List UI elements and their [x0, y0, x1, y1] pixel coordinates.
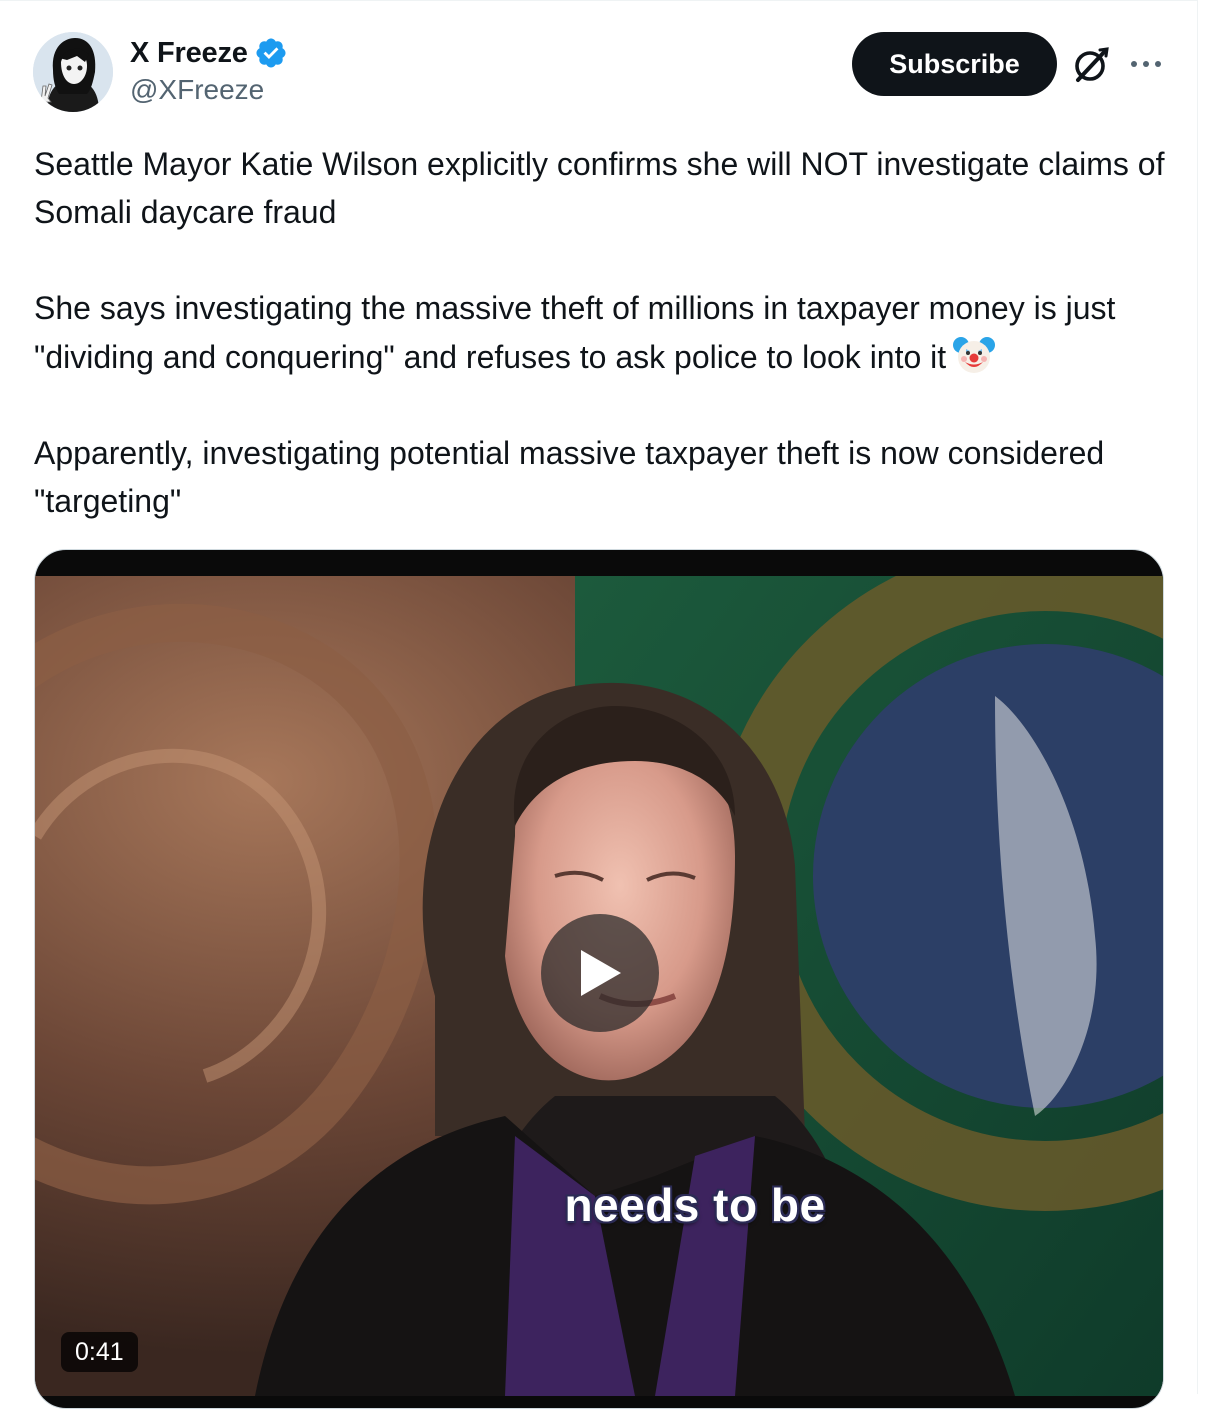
play-button[interactable]	[541, 914, 659, 1032]
post-paragraph: Seattle Mayor Katie Wilson explicitly co…	[34, 146, 1165, 230]
post-paragraph: She says investigating the massive theft…	[34, 284, 1174, 381]
video-player[interactable]: needs to be 0:41	[34, 549, 1164, 1409]
grok-icon[interactable]	[1070, 44, 1112, 86]
clown-face-icon	[952, 332, 996, 376]
avatar-image	[33, 32, 113, 112]
subscribe-button[interactable]: Subscribe	[852, 32, 1057, 96]
author-display-name[interactable]: X Freeze	[130, 37, 248, 70]
author-name-row: X Freeze	[130, 34, 288, 72]
video-duration-badge: 0:41	[61, 1332, 138, 1372]
author-info: X Freeze @XFreeze	[130, 34, 288, 106]
post-card: X Freeze @XFreeze Subscribe Seattle Mayo…	[0, 0, 1198, 1409]
post-paragraph: Apparently, investigating potential mass…	[34, 435, 1105, 519]
post-text: Seattle Mayor Katie Wilson explicitly co…	[34, 140, 1174, 525]
more-options-icon[interactable]	[1128, 49, 1164, 79]
video-subtitle: needs to be	[564, 1179, 826, 1231]
author-handle[interactable]: @XFreeze	[130, 74, 288, 106]
verified-badge-icon[interactable]	[254, 36, 288, 70]
avatar[interactable]	[33, 32, 113, 112]
play-icon	[581, 950, 621, 996]
